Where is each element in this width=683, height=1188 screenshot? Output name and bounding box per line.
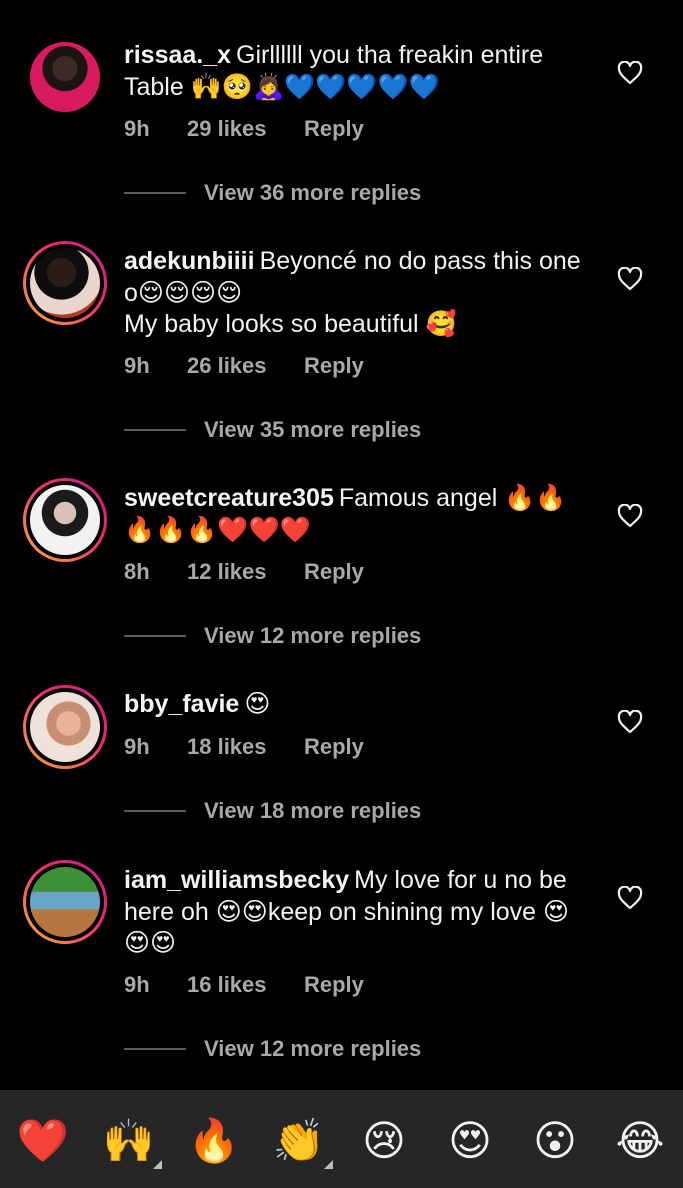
replies-divider xyxy=(124,192,186,194)
like-heart-icon[interactable] xyxy=(617,886,643,910)
quick-emoji-bar: ❤️ 🙌 🔥 👏 😢 😍 😮 😂 xyxy=(0,1090,683,1188)
comment-likes[interactable]: 16 likes xyxy=(187,972,304,998)
view-replies-label: View 12 more replies xyxy=(204,1036,422,1061)
replies-divider xyxy=(124,1048,186,1050)
view-replies-label: View 35 more replies xyxy=(204,417,422,442)
avatar[interactable] xyxy=(23,685,107,769)
comment-likes[interactable]: 26 likes xyxy=(187,353,304,379)
view-replies-button[interactable]: View 12 more replies xyxy=(124,623,421,649)
view-replies-button[interactable]: View 35 more replies xyxy=(124,417,421,443)
avatar[interactable] xyxy=(23,478,107,562)
comment-meta: 9h 29 likes Reply xyxy=(124,116,364,142)
comment-body: rissaa._x Girllllll you tha freakin entir… xyxy=(124,40,584,103)
comments-list: rissaa._x Girllllll you tha freakin entir… xyxy=(0,0,683,1090)
like-heart-icon[interactable] xyxy=(617,61,643,85)
view-replies-button[interactable]: View 36 more replies xyxy=(124,180,421,206)
comment-username[interactable]: rissaa._x xyxy=(124,41,231,69)
like-heart-icon[interactable] xyxy=(617,710,643,734)
emoji-heart-eyes-button[interactable]: 😍 xyxy=(443,1114,497,1168)
reply-button[interactable]: Reply xyxy=(304,116,364,142)
replies-divider xyxy=(124,810,186,812)
like-heart-icon[interactable] xyxy=(617,267,643,291)
avatar[interactable] xyxy=(23,241,107,325)
comment-time: 9h xyxy=(124,734,150,759)
view-replies-button[interactable]: View 18 more replies xyxy=(124,798,421,824)
comment-body: sweetcreature305 Famous angel 🔥🔥🔥🔥🔥❤️❤️❤️ xyxy=(124,483,584,546)
emoji-surprised-button[interactable]: 😮 xyxy=(528,1114,582,1168)
replies-divider xyxy=(124,635,186,637)
emoji-clap-button[interactable]: 👏 xyxy=(272,1114,326,1168)
comment-time: 9h xyxy=(124,972,150,997)
comment-likes[interactable]: 18 likes xyxy=(187,734,304,760)
like-heart-icon[interactable] xyxy=(617,504,643,528)
emoji-heart-button[interactable]: ❤️ xyxy=(16,1114,70,1168)
comment-username[interactable]: adekunbiiii xyxy=(124,247,255,275)
comment-text: 😍 xyxy=(244,690,271,718)
comment-time: 9h xyxy=(124,116,150,141)
reply-button[interactable]: Reply xyxy=(304,559,364,585)
comment-meta: 9h 18 likes Reply xyxy=(124,734,364,760)
reply-button[interactable]: Reply xyxy=(304,353,364,379)
avatar[interactable] xyxy=(23,860,107,944)
emoji-raised-hands-button[interactable]: 🙌 xyxy=(102,1114,156,1168)
comment-username[interactable]: sweetcreature305 xyxy=(124,484,334,512)
emoji-fire-button[interactable]: 🔥 xyxy=(187,1114,241,1168)
view-replies-label: View 18 more replies xyxy=(204,798,422,823)
comment-time: 9h xyxy=(124,353,150,378)
skin-tone-indicator-icon xyxy=(153,1160,162,1169)
comment-meta: 9h 26 likes Reply xyxy=(124,353,364,379)
comment-body: iam_williamsbecky My love for u no be her… xyxy=(124,865,584,960)
view-replies-label: View 12 more replies xyxy=(204,623,422,648)
comment-text-line2: My baby looks so beautiful 🥰 xyxy=(124,310,457,338)
comment-username[interactable]: iam_williamsbecky xyxy=(124,866,349,894)
replies-divider xyxy=(124,429,186,431)
comment-body: bby_favie 😍 xyxy=(124,689,584,721)
view-replies-button[interactable]: View 12 more replies xyxy=(124,1036,421,1062)
reply-button[interactable]: Reply xyxy=(304,734,364,760)
comment-time: 8h xyxy=(124,559,150,584)
comment-likes[interactable]: 29 likes xyxy=(187,116,304,142)
view-replies-label: View 36 more replies xyxy=(204,180,422,205)
comment-meta: 9h 16 likes Reply xyxy=(124,972,364,998)
emoji-crying-button[interactable]: 😢 xyxy=(357,1114,411,1168)
comment-username[interactable]: bby_favie xyxy=(124,690,239,718)
comment-meta: 8h 12 likes Reply xyxy=(124,559,364,585)
comment-likes[interactable]: 12 likes xyxy=(187,559,304,585)
emoji-laughing-button[interactable]: 😂 xyxy=(613,1114,667,1168)
skin-tone-indicator-icon xyxy=(324,1160,333,1169)
comment-body: adekunbiiii Beyoncé no do pass this one o… xyxy=(124,246,584,341)
avatar[interactable] xyxy=(30,42,100,112)
reply-button[interactable]: Reply xyxy=(304,972,364,998)
